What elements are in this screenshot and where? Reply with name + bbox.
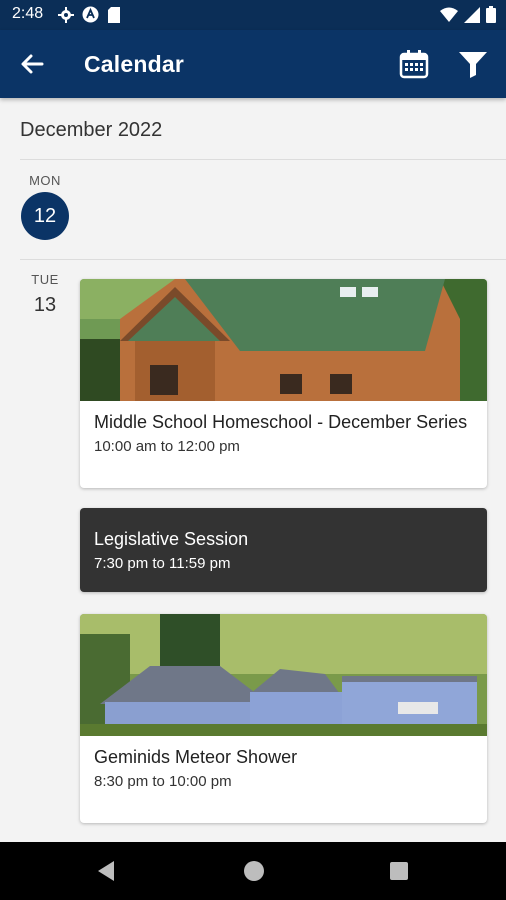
square-recents-icon[interactable] xyxy=(390,862,408,880)
event-time: 10:00 am to 12:00 pm xyxy=(94,438,240,455)
page-title: Calendar xyxy=(84,51,185,77)
day-of-week-label: TUE xyxy=(31,272,59,287)
day-of-week-label: MON xyxy=(29,173,61,188)
triangle-back-icon[interactable] xyxy=(96,860,116,882)
event-time: 7:30 pm to 11:59 pm xyxy=(94,555,231,572)
arrow-left-icon xyxy=(21,54,44,74)
calendar-icon xyxy=(399,50,429,79)
back-button[interactable] xyxy=(16,48,48,80)
filter-icon xyxy=(459,52,487,78)
wifi-icon xyxy=(440,7,458,22)
gear-icon xyxy=(58,6,74,23)
circle-home-icon[interactable] xyxy=(244,861,264,881)
status-bar: 2:48 xyxy=(0,0,506,30)
event-title: Middle School Homeschool - December Seri… xyxy=(94,412,468,432)
event-image xyxy=(80,614,487,736)
sd-card-icon xyxy=(108,6,120,23)
divider xyxy=(20,159,506,160)
event-title: Legislative Session xyxy=(94,529,249,549)
event-time: 8:30 pm to 10:00 pm xyxy=(94,773,232,790)
calendar-view-button[interactable] xyxy=(398,48,430,80)
day-number[interactable]: 13 xyxy=(20,294,70,317)
event-card[interactable]: Geminids Meteor Shower 8:30 pm to 10:00 … xyxy=(80,614,487,823)
battery-icon xyxy=(486,6,496,23)
system-nav-bar xyxy=(0,842,506,900)
divider xyxy=(20,259,506,260)
signal-icon xyxy=(464,6,480,23)
event-card[interactable]: Middle School Homeschool - December Seri… xyxy=(80,279,487,488)
a-badge-icon xyxy=(82,6,99,23)
selected-day-badge[interactable]: 12 xyxy=(21,192,69,240)
event-title: Geminids Meteor Shower xyxy=(94,747,298,767)
month-label: December 2022 xyxy=(20,119,163,141)
status-time: 2:48 xyxy=(12,5,44,22)
filter-button[interactable] xyxy=(456,48,490,80)
event-card[interactable]: Legislative Session 7:30 pm to 11:59 pm xyxy=(80,508,487,592)
event-image xyxy=(80,279,487,401)
app-bar: Calendar xyxy=(0,30,506,98)
